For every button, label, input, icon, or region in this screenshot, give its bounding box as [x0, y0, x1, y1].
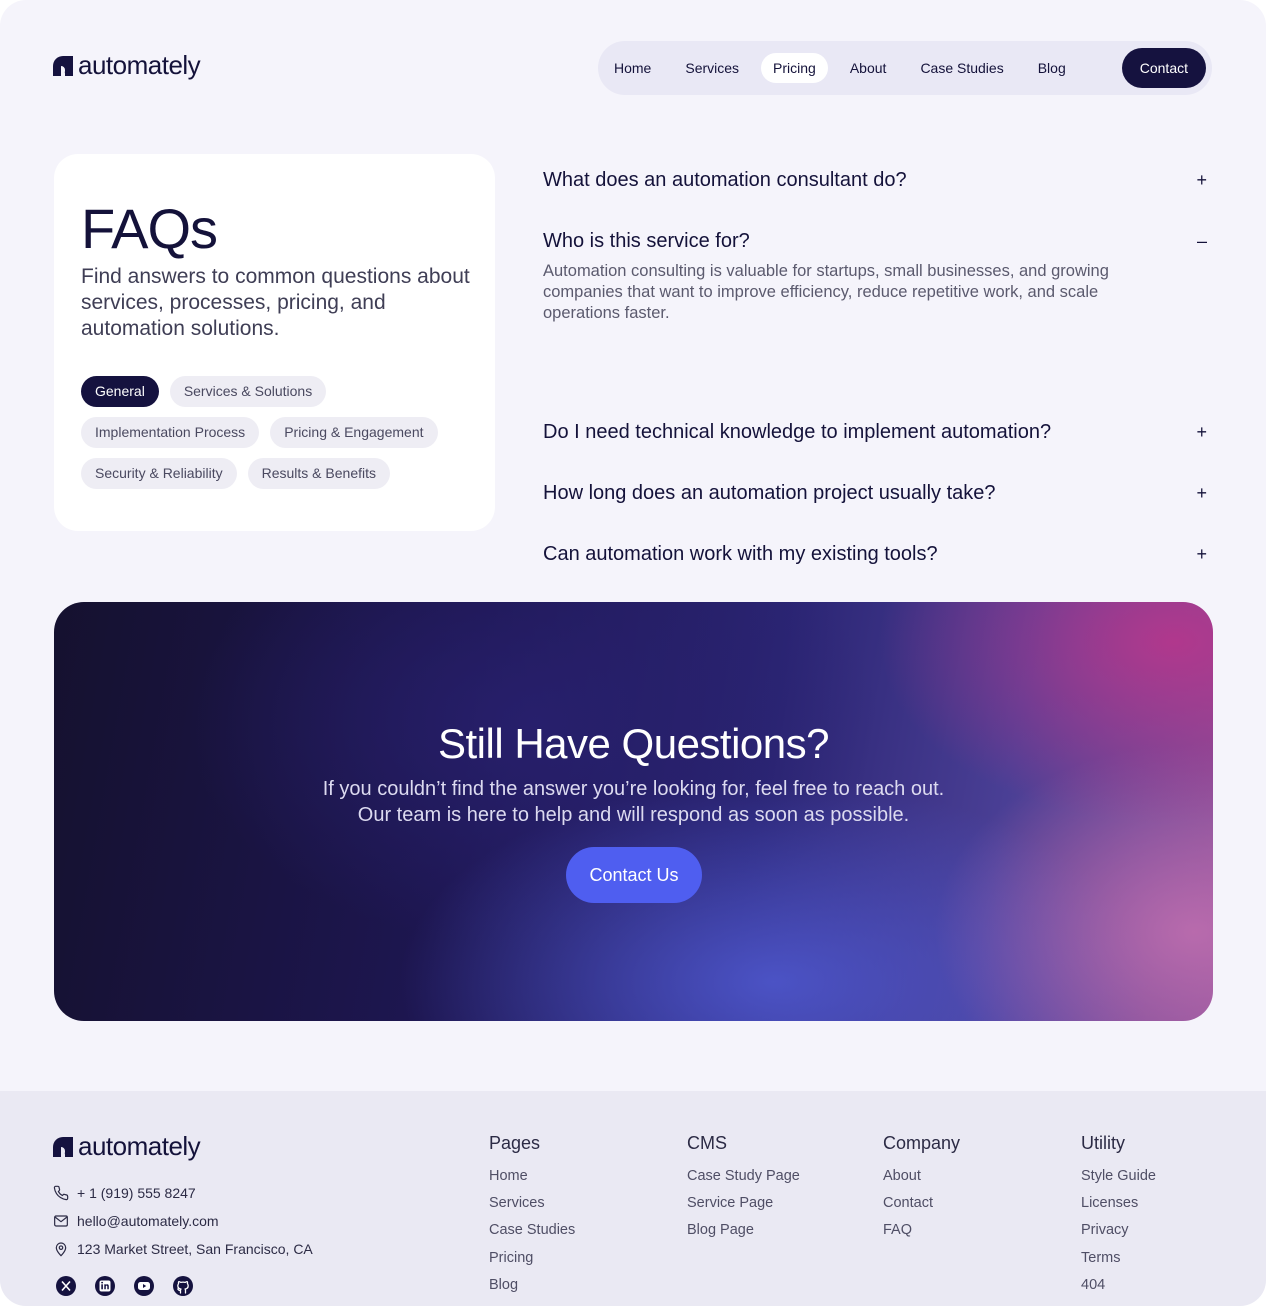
contact-cta-banner: Still Have Questions? If you couldn’t fi…: [54, 602, 1213, 1021]
faq-question[interactable]: Who is this service for?: [543, 221, 1215, 261]
footer-link[interactable]: Pricing: [489, 1250, 575, 1277]
expand-icon[interactable]: +: [1196, 160, 1207, 200]
email-row[interactable]: hello@automately.com: [53, 1207, 313, 1235]
category-chip-results[interactable]: Results & Benefits: [247, 458, 390, 489]
faq-item[interactable]: Do I need technical knowledge to impleme…: [543, 412, 1215, 473]
expand-icon[interactable]: +: [1196, 534, 1207, 574]
footer-column-utility: Utility Style Guide Licenses Privacy Ter…: [1081, 1133, 1156, 1304]
address-row: 123 Market Street, San Francisco, CA: [53, 1235, 313, 1263]
footer-link[interactable]: About: [883, 1168, 960, 1195]
footer-column-title: Company: [883, 1133, 961, 1153]
footer-link[interactable]: Terms: [1081, 1250, 1156, 1277]
page-title: FAQs: [81, 197, 218, 260]
footer-column-company: Company About Contact FAQ: [883, 1133, 960, 1250]
footer-logo[interactable]: automately: [53, 1131, 201, 1162]
nav-services[interactable]: Services: [673, 53, 751, 83]
page: automately Home Services Pricing About C…: [0, 0, 1266, 1306]
nav-pricing[interactable]: Pricing: [761, 53, 828, 83]
cta-line-1: If you couldn’t find the answer you’re l…: [322, 778, 945, 800]
contact-info: + 1 (919) 555 8247 hello@automately.com …: [53, 1179, 313, 1263]
logo-wordmark: automately: [78, 1131, 201, 1161]
faq-category-filters: General Services & Solutions Implementat…: [81, 376, 481, 499]
phone-number: + 1 (919) 555 8247: [77, 1185, 196, 1201]
category-chip-services[interactable]: Services & Solutions: [169, 376, 327, 407]
faq-intro-card: FAQs Find answers to common questions ab…: [54, 154, 495, 531]
footer: automately + 1 (919) 555 8247 hello@auto…: [0, 1091, 1266, 1306]
faq-subtitle: Find answers to common questions about s…: [81, 265, 470, 340]
footer-column-title: CMS: [687, 1133, 727, 1153]
footer-link[interactable]: Services: [489, 1195, 575, 1222]
main-nav: Home Services Pricing About Case Studies…: [598, 41, 1212, 95]
faq-question[interactable]: Do I need technical knowledge to impleme…: [543, 412, 1215, 452]
footer-link[interactable]: Contact: [883, 1195, 960, 1222]
location-pin-icon: [55, 1242, 67, 1257]
email-address: hello@automately.com: [77, 1213, 219, 1229]
footer-link[interactable]: Blog: [489, 1277, 575, 1304]
youtube-icon[interactable]: [133, 1275, 155, 1297]
header-logo[interactable]: automately: [53, 50, 201, 81]
cta-line-2: Our team is here to help and will respon…: [357, 804, 910, 826]
nav-case-studies[interactable]: Case Studies: [908, 53, 1015, 83]
footer-link[interactable]: Style Guide: [1081, 1168, 1156, 1195]
cta-title: Still Have Questions?: [437, 720, 830, 767]
category-chip-implementation[interactable]: Implementation Process: [81, 417, 260, 448]
street-address: 123 Market Street, San Francisco, CA: [77, 1241, 313, 1257]
github-icon[interactable]: [172, 1275, 194, 1297]
footer-link[interactable]: Case Study Page: [687, 1168, 800, 1195]
footer-column-cms: CMS Case Study Page Service Page Blog Pa…: [687, 1133, 800, 1250]
footer-link[interactable]: 404: [1081, 1277, 1156, 1304]
category-chip-security[interactable]: Security & Reliability: [81, 458, 237, 489]
cta-description: If you couldn’t find the answer you’re l…: [254, 776, 1013, 828]
phone-icon: [53, 1185, 69, 1201]
faq-item[interactable]: Can automation work with my existing too…: [543, 534, 1215, 595]
faq-item[interactable]: What does an automation consultant do? +: [543, 160, 1215, 221]
nav-blog[interactable]: Blog: [1026, 53, 1078, 83]
footer-link[interactable]: Privacy: [1081, 1222, 1156, 1249]
footer-column-title: Utility: [1081, 1133, 1125, 1153]
faq-question[interactable]: What does an automation consultant do?: [543, 160, 1215, 200]
footer-link[interactable]: Blog Page: [687, 1222, 800, 1249]
footer-link[interactable]: Service Page: [687, 1195, 800, 1222]
footer-link[interactable]: Licenses: [1081, 1195, 1156, 1222]
faq-answer: Automation consulting is valuable for st…: [543, 262, 1109, 322]
footer-column-pages: Pages Home Services Case Studies Pricing…: [489, 1133, 575, 1304]
logo-mark-icon: [53, 55, 73, 76]
footer-column-title: Pages: [489, 1133, 541, 1153]
collapse-icon[interactable]: –: [1197, 221, 1207, 261]
faq-question[interactable]: Can automation work with my existing too…: [543, 534, 1215, 574]
faq-question[interactable]: How long does an automation project usua…: [543, 473, 1215, 513]
category-chip-general[interactable]: General: [81, 376, 159, 407]
faq-accordion: What does an automation consultant do? +…: [543, 160, 1215, 595]
footer-link[interactable]: FAQ: [883, 1222, 960, 1249]
contact-us-button[interactable]: Contact Us: [566, 847, 702, 903]
x-icon[interactable]: [55, 1275, 77, 1297]
mail-icon: [54, 1215, 68, 1227]
logo-mark-icon: [53, 1136, 73, 1157]
faq-item[interactable]: How long does an automation project usua…: [543, 473, 1215, 534]
expand-icon[interactable]: +: [1196, 473, 1207, 513]
phone-row[interactable]: + 1 (919) 555 8247: [53, 1179, 313, 1207]
footer-link[interactable]: Home: [489, 1168, 575, 1195]
category-chip-pricing[interactable]: Pricing & Engagement: [270, 417, 438, 448]
contact-button[interactable]: Contact: [1121, 48, 1206, 88]
linkedin-icon[interactable]: [94, 1275, 116, 1297]
expand-icon[interactable]: +: [1196, 412, 1207, 452]
logo-wordmark: automately: [78, 50, 201, 80]
footer-link[interactable]: Case Studies: [489, 1222, 575, 1249]
nav-about[interactable]: About: [838, 53, 899, 83]
faq-item-expanded[interactable]: Who is this service for? – Automation co…: [543, 221, 1215, 412]
nav-home[interactable]: Home: [602, 53, 663, 83]
social-links: [55, 1275, 194, 1297]
